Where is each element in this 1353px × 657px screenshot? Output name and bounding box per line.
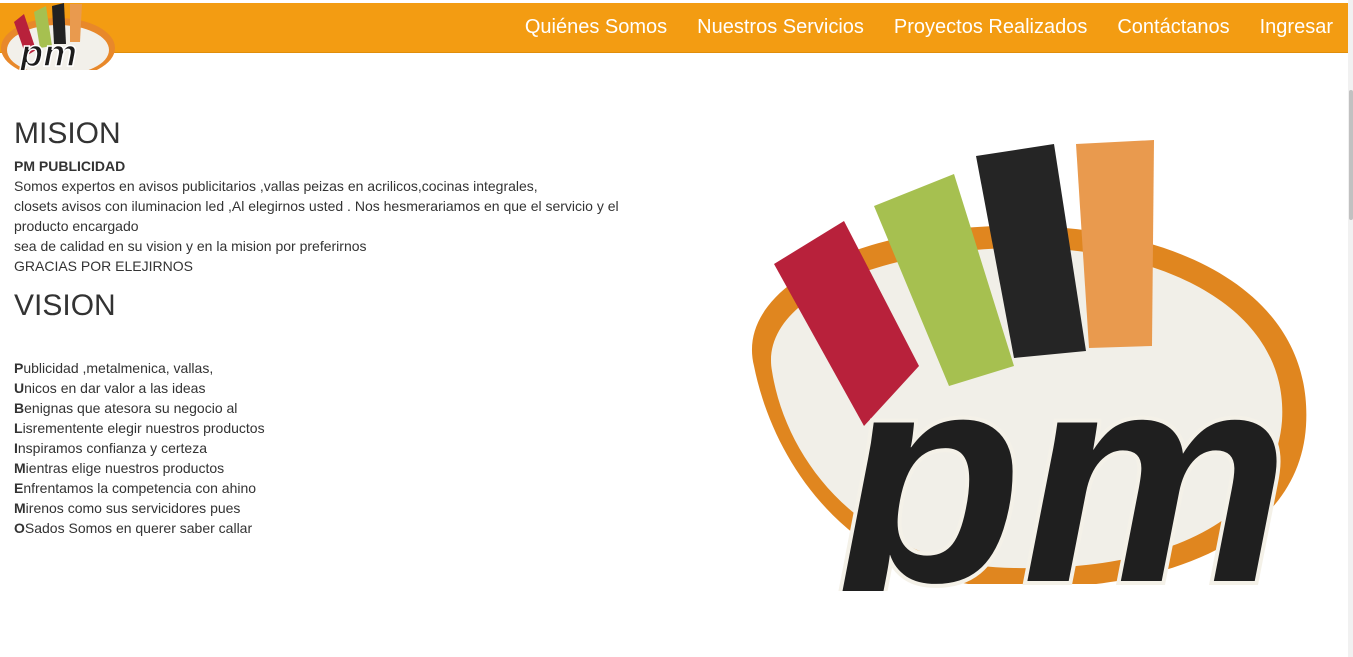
top-navbar: Quiénes Somos Nuestros Servicios Proyect… — [0, 3, 1348, 52]
vision-item: Benignas que atesora su negocio al — [14, 398, 644, 418]
vision-initial: E — [14, 480, 24, 496]
nav-link-nuestros-servicios[interactable]: Nuestros Servicios — [697, 16, 864, 39]
vision-text: ientras elige nuestros productos — [25, 460, 225, 476]
vision-text: Sados Somos en querer saber callar — [24, 520, 253, 536]
brand-logo[interactable]: pm — [0, 0, 120, 70]
vision-item: Enfrentamos la competencia con ahino — [14, 478, 644, 498]
nav-link-quienes-somos[interactable]: Quiénes Somos — [525, 16, 667, 39]
nav-link-contactanos[interactable]: Contáctanos — [1117, 16, 1229, 39]
nav-link-proyectos-realizados[interactable]: Proyectos Realizados — [894, 16, 1087, 39]
main-content: MISION PM PUBLICIDAD Somos expertos en a… — [14, 112, 644, 538]
vision-item: Publicidad ,metalmenica, vallas, — [14, 358, 644, 378]
mision-line-3: sea de calidad en su vision y en la misi… — [14, 238, 367, 254]
nav-link-ingresar[interactable]: Ingresar — [1260, 16, 1333, 39]
nav-menu: Quiénes Somos Nuestros Servicios Proyect… — [495, 3, 1333, 52]
vision-text: nfrentamos la competencia con ahino — [23, 480, 257, 496]
vision-text: irenos como sus servicidores pues — [25, 500, 241, 516]
vision-list: Publicidad ,metalmenica, vallas, Unicos … — [14, 358, 644, 538]
vision-item: Lisrementente elegir nuestros productos — [14, 418, 644, 438]
pm-sign-image: pm — [714, 140, 1314, 591]
vision-initial: M — [14, 500, 26, 516]
mision-line-1: Somos expertos en avisos publicitarios ,… — [14, 178, 538, 194]
vision-item: Unicos en dar valor a las ideas — [14, 378, 644, 398]
vision-initial: M — [14, 460, 26, 476]
vision-initial: O — [14, 520, 25, 536]
mision-line-2: closets avisos con iluminacion led ,Al e… — [14, 198, 619, 234]
vision-initial: P — [14, 360, 24, 376]
page-scrollbar[interactable] — [1348, 0, 1353, 657]
vision-title: VISION — [14, 289, 116, 322]
vision-initial: B — [14, 400, 25, 416]
vision-item: Inspiramos confianza y certeza — [14, 438, 644, 458]
vision-text: ublicidad ,metalmenica, vallas, — [23, 360, 214, 376]
vision-item: Mientras elige nuestros productos — [14, 458, 644, 478]
company-name: PM PUBLICIDAD — [14, 158, 126, 174]
scrollbar-thumb[interactable] — [1349, 90, 1353, 220]
vision-item: OSados Somos en querer saber callar — [14, 518, 644, 538]
vision-text: nspiramos confianza y certeza — [17, 440, 207, 456]
mision-text: PM PUBLICIDAD Somos expertos en avisos p… — [14, 156, 644, 276]
vision-initial: U — [14, 380, 25, 396]
vision-item: Mirenos como sus servicidores pues — [14, 498, 644, 518]
vision-text: isrementente elegir nuestros productos — [22, 420, 265, 436]
logo-text: pm — [19, 33, 77, 70]
mision-title: MISION — [14, 117, 121, 150]
vision-initial: L — [14, 420, 23, 436]
vision-text: enignas que atesora su negocio al — [24, 400, 238, 416]
vision-text: nicos en dar valor a las ideas — [24, 380, 206, 396]
sign-logo-text: pm — [830, 309, 1289, 591]
mision-line-4: GRACIAS POR ELEJIRNOS — [14, 258, 193, 274]
